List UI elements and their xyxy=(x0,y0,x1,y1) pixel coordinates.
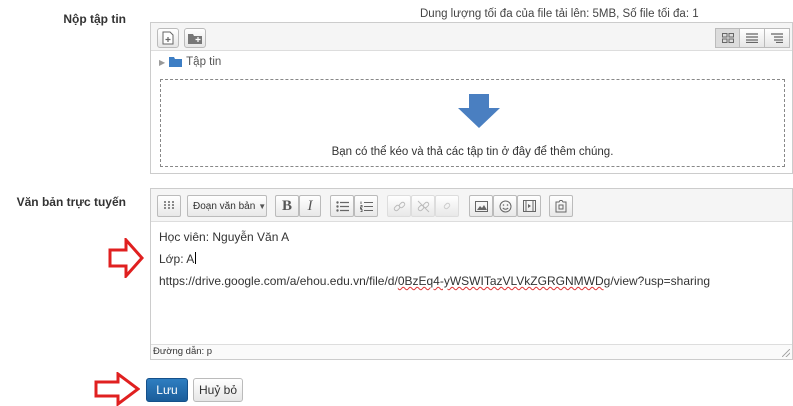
view-mode-group xyxy=(715,28,790,48)
expand-arrow-icon: ▶ xyxy=(159,57,166,67)
chevron-down-icon: ▼ xyxy=(258,201,267,211)
annotation-arrow-icon-2 xyxy=(94,372,140,406)
unlink-icon xyxy=(417,200,429,212)
bullet-list-icon xyxy=(335,200,349,212)
file-manager-icon xyxy=(555,199,567,212)
icons-view-button[interactable] xyxy=(715,28,740,48)
anchor-icon xyxy=(443,202,450,209)
insert-link-button[interactable] xyxy=(387,195,411,217)
resize-grip-icon[interactable] xyxy=(782,349,790,357)
bullet-list-button[interactable] xyxy=(330,195,354,217)
file-manager-button[interactable] xyxy=(549,195,573,217)
create-folder-button[interactable] xyxy=(184,28,206,48)
content-line-student: Học viên: Nguyễn Văn A xyxy=(159,230,290,244)
italic-icon: I xyxy=(307,197,313,214)
create-folder-icon xyxy=(188,33,202,44)
folder-icon xyxy=(169,57,183,67)
list-view-button[interactable] xyxy=(740,28,765,48)
format-select-value: Đoạn văn bản xyxy=(193,200,256,212)
text-editor: Đoạn văn bản ▼ B I Học viên: Nguyễn Văn … xyxy=(150,188,793,360)
image-icon xyxy=(474,200,488,212)
grid-view-icon xyxy=(721,33,734,43)
toolbar-toggle-button[interactable] xyxy=(157,195,181,217)
paragraph-format-select[interactable]: Đoạn văn bản ▼ xyxy=(187,195,267,217)
save-button[interactable]: Lưu xyxy=(146,378,188,402)
toggle-icon xyxy=(164,201,174,209)
link-id: 0BzEq4-yWSWITazVLVkZGRGNMWDg xyxy=(397,274,611,288)
content-line-class: Lớp: A xyxy=(159,251,710,273)
link-suffix: /view?usp=sharing xyxy=(610,274,711,288)
annotation-arrow-icon xyxy=(108,238,144,278)
anchor-button[interactable] xyxy=(435,195,459,217)
insert-media-button[interactable] xyxy=(517,195,541,217)
italic-button[interactable]: I xyxy=(299,195,321,217)
element-path: Đường dẫn: p xyxy=(153,346,213,357)
file-drop-zone[interactable]: Bạn có thể kéo và thả các tập tin ở đây … xyxy=(160,79,785,167)
file-picker: ▶ Tập tin Bạn có thể kéo và thả các tập … xyxy=(150,22,793,174)
media-icon xyxy=(522,200,536,212)
upload-limits-text: Dung lượng tối đa của file tải lên: 5MB,… xyxy=(420,8,699,20)
insert-image-button[interactable] xyxy=(469,195,493,217)
content-line-link: https://drive.google.com/a/ehou.edu.vn/f… xyxy=(159,273,710,295)
link-prefix: https://drive.google.com/a/ehou.edu.vn/f… xyxy=(159,274,398,288)
file-picker-toolbar xyxy=(151,23,792,51)
editor-path-status: Đường dẫn: p xyxy=(151,344,792,359)
drop-instruction: Bạn có thể kéo và thả các tập tin ở đây … xyxy=(331,146,614,158)
editor-toolbar: Đoạn văn bản ▼ B I xyxy=(151,189,792,222)
tree-view-button[interactable] xyxy=(765,28,790,48)
editor-content[interactable]: Học viên: Nguyễn Văn A Lớp: A https://dr… xyxy=(159,229,710,295)
add-file-button[interactable] xyxy=(157,28,179,48)
bold-button[interactable]: B xyxy=(275,195,299,217)
cancel-button[interactable]: Huỷ bỏ xyxy=(193,378,243,402)
emoticon-icon xyxy=(499,200,511,212)
tree-view-icon xyxy=(771,33,783,43)
file-submission-label: Nộp tập tin xyxy=(63,12,126,26)
folder-name: Tập tin xyxy=(186,56,222,68)
online-text-label: Văn bản trực tuyến xyxy=(16,195,126,209)
unlink-button[interactable] xyxy=(411,195,435,217)
class-text: Lớp: A xyxy=(159,252,195,266)
list-view-icon xyxy=(746,33,758,43)
numbered-list-icon xyxy=(359,201,373,212)
folder-path[interactable]: ▶ Tập tin xyxy=(159,56,221,68)
bold-icon: B xyxy=(281,197,292,214)
numbered-list-button[interactable] xyxy=(354,195,378,217)
download-arrow-icon xyxy=(458,94,500,128)
add-file-icon xyxy=(162,31,174,45)
emoticon-button[interactable] xyxy=(493,195,517,217)
link-icon xyxy=(393,201,405,211)
text-cursor xyxy=(195,252,197,264)
